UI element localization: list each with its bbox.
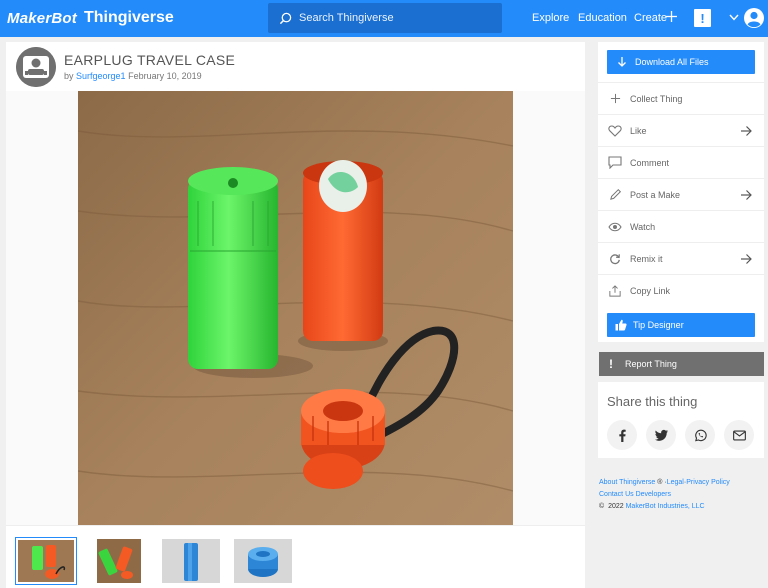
main-photo[interactable]: [78, 91, 513, 525]
author-avatar[interactable]: [16, 47, 56, 87]
author-link[interactable]: Surfgeorge1: [76, 71, 126, 81]
thumbnail-image: [234, 539, 292, 583]
collect-label: Collect Thing: [630, 93, 683, 104]
thumbnail-strip: [6, 525, 585, 588]
chevron-down-icon[interactable]: [729, 14, 739, 21]
search-placeholder: Search Thingiverse: [299, 12, 394, 24]
comment-button[interactable]: Comment: [598, 146, 764, 178]
user-avatar-icon[interactable]: [744, 8, 764, 28]
email-icon: [732, 429, 746, 441]
like-button[interactable]: Like: [598, 114, 764, 146]
arrow-right-icon: [741, 190, 752, 200]
search-input[interactable]: Search Thingiverse: [268, 3, 502, 33]
page-title: EARPLUG TRAVEL CASE: [64, 52, 236, 68]
watch-button[interactable]: Watch: [598, 210, 764, 242]
nav-education[interactable]: Education: [578, 12, 627, 24]
contact-us-link[interactable]: Contact Us: [599, 491, 634, 498]
action-sidebar: Download All Files Collect Thing Like Co…: [598, 42, 764, 342]
tip-label: Tip Designer: [633, 320, 684, 330]
copy-link-label: Copy Link: [630, 285, 671, 296]
thingiverse-logo[interactable]: MakerBot Thingiverse: [7, 7, 174, 29]
collect-thing-button[interactable]: Collect Thing: [598, 82, 764, 114]
about-link[interactable]: About Thingiverse: [599, 479, 655, 486]
developers-link[interactable]: Developers: [636, 491, 671, 498]
nav-explore[interactable]: Explore: [532, 12, 569, 24]
pencil-icon: [608, 188, 622, 202]
legal-link[interactable]: Legal: [667, 479, 684, 486]
thumbnail-1[interactable]: [15, 537, 77, 585]
thumbnail-2[interactable]: [97, 539, 141, 583]
heart-icon: [608, 124, 622, 138]
comment-label: Comment: [630, 157, 670, 168]
thing-detail-panel: EARPLUG TRAVEL CASE by Surfgeorge1 Febru…: [6, 42, 585, 588]
twitter-share-button[interactable]: [646, 420, 676, 450]
nav-create[interactable]: Create: [634, 12, 667, 24]
copyright-year: 2022: [608, 503, 624, 510]
makerbot-wordmark: MakerBot: [7, 9, 77, 27]
thumbnail-image: [18, 540, 74, 582]
arrow-right-icon: [741, 254, 752, 264]
thumbnail-image: [97, 539, 141, 583]
share-panel: Share this thing: [598, 382, 764, 458]
plus-icon[interactable]: [666, 11, 677, 22]
publish-date: February 10, 2019: [128, 71, 202, 81]
share-up-icon: [608, 284, 622, 298]
twitter-icon: [654, 429, 668, 441]
company-link[interactable]: MakerBot Industries, LLC: [626, 503, 705, 510]
copy-link-button[interactable]: Copy Link: [598, 274, 764, 306]
comment-icon: [608, 156, 622, 170]
thumbs-up-icon: [615, 319, 627, 331]
top-navigation-bar: MakerBot Thingiverse Search Thingiverse …: [0, 0, 768, 37]
arrow-right-icon: [741, 126, 752, 136]
remix-button[interactable]: Remix it: [598, 242, 764, 274]
watch-label: Watch: [630, 221, 656, 232]
whatsapp-share-button[interactable]: [685, 420, 715, 450]
copyright-symbol: ©: [599, 503, 605, 510]
email-share-button[interactable]: [724, 420, 754, 450]
facebook-share-button[interactable]: [607, 420, 637, 450]
byline: by Surfgeorge1 February 10, 2019: [64, 71, 202, 81]
post-make-label: Post a Make: [630, 189, 681, 200]
like-label: Like: [630, 125, 647, 136]
thumbnail-image: [162, 539, 220, 583]
arrow-down-icon: [618, 57, 626, 67]
remix-icon: [608, 252, 622, 266]
share-title: Share this thing: [607, 394, 698, 409]
thingiverse-wordmark: Thingiverse: [83, 9, 174, 26]
thumbnail-4[interactable]: [234, 539, 292, 583]
report-label: Report Thing: [625, 359, 677, 369]
search-icon: [279, 12, 292, 24]
report-thing-button[interactable]: ! Report Thing: [599, 352, 764, 376]
download-all-files-button[interactable]: Download All Files: [607, 50, 755, 74]
plus-icon: [608, 92, 622, 106]
registered-mark: ®: [657, 479, 663, 486]
gallery-main: [6, 91, 585, 575]
site-footer: About Thingiverse ® ·Legal·Privacy Polic…: [599, 477, 730, 513]
facebook-icon: [618, 429, 626, 442]
privacy-policy-link[interactable]: Privacy Policy: [686, 479, 730, 486]
tip-designer-button[interactable]: Tip Designer: [607, 313, 755, 337]
earplug-case-photo: [78, 91, 513, 525]
post-a-make-button[interactable]: Post a Make: [598, 178, 764, 210]
whatsapp-icon: [694, 429, 707, 441]
byline-prefix: by: [64, 71, 74, 81]
eye-icon: [608, 220, 622, 234]
exclamation-icon: !: [609, 357, 613, 371]
thumbnail-3[interactable]: [162, 539, 220, 583]
remix-label: Remix it: [630, 253, 663, 264]
notifications-button[interactable]: !: [694, 9, 711, 27]
download-label: Download All Files: [635, 57, 709, 67]
default-avatar-icon: [16, 47, 56, 87]
